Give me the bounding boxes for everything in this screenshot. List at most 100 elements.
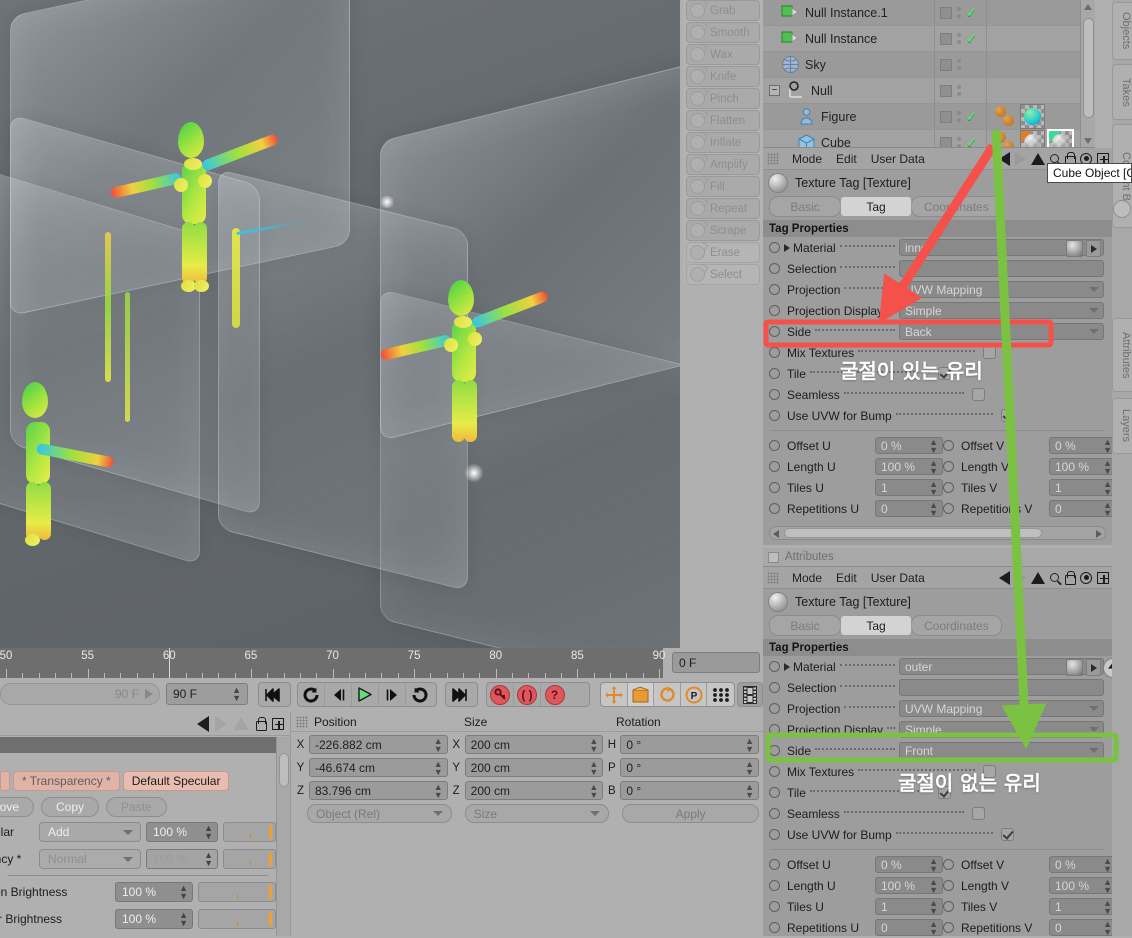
animate-radio[interactable] xyxy=(769,368,780,379)
material-goto-button[interactable] xyxy=(1086,240,1101,257)
visibility-box[interactable] xyxy=(940,6,952,19)
visibility-box[interactable] xyxy=(940,32,952,45)
lock-icon[interactable] xyxy=(1064,571,1076,585)
uv-cell[interactable]: Length V 100 % ▲ ▼ xyxy=(943,877,1117,894)
brightness-slider[interactable] xyxy=(198,909,276,929)
object-row-figure[interactable]: Figure ✓ xyxy=(763,104,1095,130)
stepper-icon[interactable]: ▲ ▼ xyxy=(929,500,938,517)
stepper-icon[interactable]: ▲ ▼ xyxy=(929,458,938,475)
nav-forward-icon[interactable] xyxy=(1015,570,1026,585)
uv-field[interactable]: 0 ▲ ▼ xyxy=(1049,919,1117,936)
nav-up-icon[interactable] xyxy=(233,717,249,730)
animate-radio[interactable] xyxy=(769,787,780,798)
uv-field[interactable]: 1 ▲ ▼ xyxy=(875,479,943,496)
stepper-icon[interactable]: ▲ ▼ xyxy=(745,759,754,776)
material-button-paste[interactable]: Paste xyxy=(106,797,167,817)
goto-start-button[interactable] xyxy=(259,683,286,706)
visibility-dots[interactable] xyxy=(957,137,961,147)
object-tag-cell[interactable] xyxy=(987,26,1095,51)
material-editor-mix-rows[interactable]: cular Add 100 % ▲▼ ency * Normal 100 % ▲▼ xyxy=(0,820,276,871)
material-swatch-figure[interactable] xyxy=(1020,104,1045,129)
scroll-down-icon[interactable] xyxy=(1084,138,1092,144)
dock-tab-takes[interactable]: Takes xyxy=(1112,64,1132,120)
animate-radio[interactable] xyxy=(769,724,780,735)
animate-radio[interactable] xyxy=(769,326,780,337)
property-row-projection[interactable]: Projection UVW Mapping xyxy=(763,279,1112,300)
filmstrip-button[interactable] xyxy=(738,683,762,706)
object-tag-cell[interactable] xyxy=(987,104,1095,129)
play-button[interactable] xyxy=(352,683,379,706)
uv-parameters-grid-bottom[interactable]: Offset U 0 % ▲ ▼ Offset V 0 % ▲ ▼ Length U 100 % ▲… xyxy=(763,854,1117,938)
attributes-titlebar[interactable]: Attributes xyxy=(763,548,1112,567)
uv-cell[interactable]: Length V 100 % ▲ ▼ xyxy=(943,458,1117,475)
property-row-projection[interactable]: Projection UVW Mapping xyxy=(763,698,1112,719)
animate-radio[interactable] xyxy=(943,859,954,870)
stepper-icon[interactable]: ▲ ▼ xyxy=(929,877,938,894)
chevron-down-icon[interactable] xyxy=(123,829,133,835)
animate-radio[interactable] xyxy=(769,242,780,253)
step-forward-button[interactable] xyxy=(379,683,406,706)
stepper-icon[interactable]: ▲ ▼ xyxy=(1103,500,1112,517)
menu-mode[interactable]: Mode xyxy=(785,152,829,166)
property-row-projection-display[interactable]: Projection Display Simple xyxy=(763,300,1112,321)
visibility-dots[interactable] xyxy=(957,59,961,70)
keyframe-group[interactable]: ( ) ? xyxy=(486,682,590,707)
goto-end-button[interactable] xyxy=(446,683,473,706)
animate-radio[interactable] xyxy=(943,440,954,451)
coordinate-row[interactable]: Z 83.796 cm ▲ ▼ Z 200 cm ▲ ▼ B 0 ° ▲ ▼ xyxy=(291,780,763,801)
tag-properties-list-top[interactable]: Material inner Selection Projection UVW Mapp… xyxy=(763,237,1112,426)
stepper-icon[interactable]: ▲ ▼ xyxy=(1103,856,1112,873)
material-color-chip[interactable] xyxy=(0,771,10,791)
rotation-key-button[interactable] xyxy=(654,683,681,706)
stepper-icon[interactable]: ▲ ▼ xyxy=(589,782,598,799)
scale-key-button[interactable] xyxy=(627,683,655,706)
checkbox-seamless[interactable] xyxy=(971,388,985,401)
material-swatch-inner[interactable] xyxy=(1020,130,1045,147)
tab-tag[interactable]: Tag xyxy=(840,196,912,217)
expand-collapse-toggle[interactable]: − xyxy=(769,85,780,96)
uv-cell[interactable]: Repetitions V 0 ▲ ▼ xyxy=(943,500,1117,517)
nav-up-icon[interactable] xyxy=(1031,571,1045,584)
object-tree-cell[interactable]: − Null xyxy=(763,78,935,103)
uv-field[interactable]: 1 ▲ ▼ xyxy=(875,898,943,915)
animate-radio[interactable] xyxy=(769,859,780,870)
stepper-icon[interactable]: ▲ ▼ xyxy=(1103,479,1112,496)
animate-radio[interactable] xyxy=(769,284,780,295)
keyframe-help-button[interactable]: ? xyxy=(541,683,568,706)
uv-cell[interactable]: Offset V 0 % ▲ ▼ xyxy=(943,437,1117,454)
visibility-dots[interactable] xyxy=(957,85,961,96)
dock-scroll-button[interactable] xyxy=(1113,200,1131,218)
uv-cell[interactable]: Offset U 0 % ▲ ▼ xyxy=(769,856,943,873)
object-tag-cell[interactable] xyxy=(987,52,1095,77)
attributes-menubar-bottom[interactable]: Mode Edit User Data xyxy=(763,567,1112,589)
uv-cell[interactable]: Offset U 0 % ▲ ▼ xyxy=(769,437,943,454)
stepper-icon[interactable]: ▲ ▼ xyxy=(434,759,443,776)
object-tree-cell[interactable]: Cube xyxy=(763,130,935,147)
object-row-sky[interactable]: Sky xyxy=(763,52,1095,78)
nav-back-icon[interactable] xyxy=(999,151,1010,166)
attributes-hscrollbar-top[interactable] xyxy=(769,526,1106,540)
goto-start-group[interactable] xyxy=(258,682,291,707)
checkbox-seamless[interactable] xyxy=(971,807,985,820)
chevron-down-icon[interactable] xyxy=(1089,748,1099,753)
chevron-down-icon[interactable] xyxy=(1089,706,1099,711)
scroll-up-icon[interactable] xyxy=(1084,4,1092,10)
menu-mode[interactable]: Mode xyxy=(785,571,829,585)
tab-coordinates[interactable]: Coordinates xyxy=(911,615,1002,636)
chevron-down-icon[interactable] xyxy=(1089,329,1099,334)
panel-grip-icon[interactable] xyxy=(296,715,308,728)
coordinate-row[interactable]: Y -46.674 cm ▲ ▼ Y 200 cm ▲ ▼ P 0 ° ▲ ▼ xyxy=(291,757,763,778)
add-icon[interactable] xyxy=(1097,571,1109,584)
enabled-check-icon[interactable]: ✓ xyxy=(966,109,977,125)
add-icon[interactable] xyxy=(272,717,284,730)
sculpt-tool-repeat[interactable]: Repeat xyxy=(686,198,760,219)
object-visibility-cell[interactable]: ✓ xyxy=(935,104,987,129)
goto-end-group[interactable] xyxy=(445,682,478,707)
uv-cell[interactable]: Tiles V 1 ▲ ▼ xyxy=(943,479,1117,496)
animate-radio[interactable] xyxy=(769,703,780,714)
property-row-side[interactable]: Side Back xyxy=(763,321,1112,342)
material-editor-scrollbar[interactable] xyxy=(276,737,290,936)
animate-radio[interactable] xyxy=(943,922,954,933)
mix-strength-slider[interactable] xyxy=(223,822,276,842)
material-swatch-outer[interactable] xyxy=(1047,129,1074,147)
